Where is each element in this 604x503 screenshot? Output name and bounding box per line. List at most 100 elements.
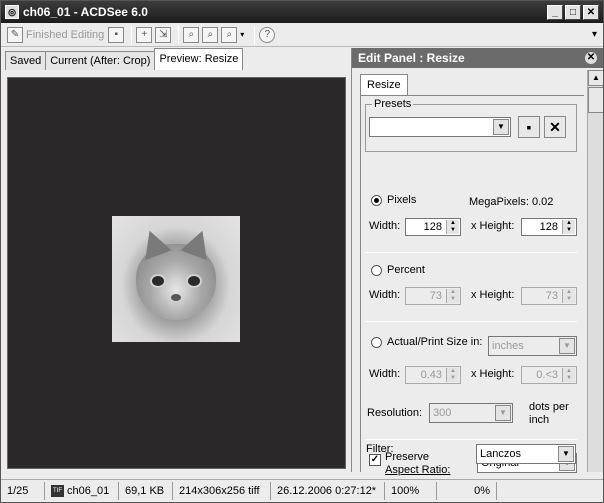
filter-value: Lanczos <box>480 448 521 460</box>
kitten-face <box>136 225 216 320</box>
kitten-ear <box>136 225 172 261</box>
kitten-image <box>112 216 240 342</box>
app-icon: ◎ <box>5 5 19 19</box>
kitten-eye <box>186 274 202 288</box>
zoom-out-icon[interactable]: ⌕ <box>202 26 219 43</box>
units-select: inches ▼ <box>488 336 577 356</box>
tiff-file-icon: TIF <box>51 485 64 497</box>
percent-height-value: 73 <box>545 290 558 302</box>
tab-current[interactable]: Current (After: Crop) <box>45 51 156 70</box>
image-viewer[interactable] <box>7 77 346 469</box>
status-date: 26.12.2006 0:27:12* <box>271 482 385 500</box>
divider <box>365 439 577 440</box>
kitten-nose <box>171 294 181 301</box>
chevron-down-icon[interactable]: ▼ <box>493 119 509 135</box>
percent-label: Percent <box>387 264 425 276</box>
title-bar[interactable]: ◎ ch06_01 - ACDSee 6.0 _ □ ✕ <box>1 1 603 23</box>
status-file: TIF ch06_01 <box>45 482 119 500</box>
spinner-icon: ▲ ▼ <box>446 368 459 382</box>
zoom-menu-icon[interactable]: ⌕ <box>221 26 238 43</box>
pixels-radio[interactable] <box>371 195 382 206</box>
scroll-thumb[interactable] <box>588 87 603 113</box>
width-label: Width: <box>369 220 401 232</box>
toolbar-separator <box>178 25 180 44</box>
view-tabs: Saved Current (After: Crop) Preview: Res… <box>5 48 244 70</box>
new-window-icon[interactable]: + <box>136 26 153 43</box>
divider <box>365 252 577 253</box>
height-label: x Height: <box>471 289 515 301</box>
chevron-down-icon[interactable]: ▼ <box>558 446 574 462</box>
status-index: 1/25 <box>1 482 45 500</box>
tab-preview[interactable]: Preview: Resize <box>154 48 244 70</box>
divider <box>365 321 577 322</box>
width-label: Width: <box>369 289 401 301</box>
save-preset-button[interactable]: ▪ <box>518 116 540 138</box>
minimize-button[interactable]: _ <box>547 4 563 20</box>
window-title: ch06_01 - ACDSee 6.0 <box>23 5 148 19</box>
spinner-icon: ▲ ▼ <box>446 289 459 303</box>
presets-label: Presets <box>372 98 414 110</box>
units-value: inches <box>492 340 524 352</box>
percent-radio[interactable] <box>371 265 382 276</box>
presets-select[interactable]: ▼ <box>369 117 511 137</box>
status-filename: ch06_01 <box>67 485 110 497</box>
spinner-icon: ▲ ▼ <box>562 289 575 303</box>
percent-height-field: 73 ▲ ▼ <box>521 287 577 305</box>
actual-size-radio[interactable] <box>371 337 382 348</box>
actual-width-value: 0.43 <box>420 369 442 381</box>
megapixels-readout: MegaPixels: 0.02 <box>469 196 554 208</box>
actual-height-value: 0.<3 <box>536 369 558 381</box>
close-button[interactable]: ✕ <box>583 4 599 20</box>
pixels-height-field[interactable]: 128 ▲ ▼ <box>521 218 577 236</box>
zoom-in-icon[interactable]: ⌕ <box>183 26 200 43</box>
tab-saved[interactable]: Saved <box>5 51 47 70</box>
height-label: x Height: <box>471 220 515 232</box>
percent-width-field: 73 ▲ ▼ <box>405 287 461 305</box>
chevron-down-icon: ▼ <box>559 338 575 354</box>
finished-editing-button[interactable]: ✎ Finished Editing <box>7 25 104 45</box>
percent-width-value: 73 <box>429 290 442 302</box>
filter-select[interactable]: Lanczos ▼ <box>476 444 576 464</box>
kitten-ear <box>180 225 216 261</box>
panel-scrollbar[interactable]: ▲ <box>587 70 603 472</box>
presets-group: Presets ▼ ▪ ✕ <box>365 98 577 152</box>
pixels-width-field[interactable]: 128 ▲ ▼ <box>405 218 461 236</box>
finished-editing-label: Finished Editing <box>26 28 105 41</box>
spinner-icon: ▲ ▼ <box>562 368 575 382</box>
fit-window-icon[interactable]: ⇲ <box>155 26 172 43</box>
status-dimensions: 214x306x256 tiff <box>173 482 271 500</box>
aspect-ratio-label: Aspect Ratio: <box>385 464 451 476</box>
spinner-icon[interactable]: ▲ ▼ <box>446 220 459 234</box>
resize-settings: Presets ▼ ▪ ✕ Pixels MegaPixels: 0.02 Wi… <box>360 95 584 476</box>
kitten-eye <box>150 274 166 288</box>
delete-preset-button[interactable]: ✕ <box>544 116 566 138</box>
spinner-icon[interactable]: ▲ ▼ <box>562 220 575 234</box>
preserve-aspect-checkbox[interactable]: ✓ <box>369 454 381 466</box>
edit-panel-title: Edit Panel : Resize <box>358 51 465 65</box>
resolution-label: Resolution: <box>367 407 423 419</box>
chevron-down-icon: ▼ <box>495 405 511 421</box>
actual-size-label: Actual/Print Size in: <box>387 336 483 348</box>
toolbar-separator <box>254 25 256 44</box>
pixels-width-value: 128 <box>423 221 442 233</box>
toolbar: ✎ Finished Editing ▪ + ⇲ ⌕ ⌕ ⌕ ▾ ? ▾ <box>1 23 603 47</box>
actual-height-field: 0.<3 ▲ ▼ <box>521 366 577 384</box>
actual-width-field: 0.43 ▲ ▼ <box>405 366 461 384</box>
maximize-button[interactable]: □ <box>565 4 581 20</box>
dots-per-inch-label: dots per inch <box>529 401 569 426</box>
pixels-height-value: 128 <box>539 221 558 233</box>
save-icon[interactable]: ▪ <box>108 26 125 43</box>
help-icon[interactable]: ? <box>259 26 276 43</box>
close-panel-icon[interactable]: ✕ <box>585 52 597 64</box>
tab-resize[interactable]: Resize <box>360 74 408 96</box>
status-progress: 0% <box>437 482 497 500</box>
edit-panel: Edit Panel : Resize ✕ ▲ Resize Presets ▼… <box>351 48 603 476</box>
filter-label: Filter: <box>366 443 394 455</box>
resolution-value: 300 <box>433 407 452 419</box>
status-filesize: 69,1 KB <box>119 482 173 500</box>
scroll-up-icon[interactable]: ▲ <box>588 70 603 86</box>
status-zoom: 100% <box>385 482 437 500</box>
pixels-label: Pixels <box>387 194 417 206</box>
chevron-down-icon[interactable]: ▾ <box>240 30 244 39</box>
toolbar-overflow-icon[interactable]: ▾ <box>592 29 597 40</box>
